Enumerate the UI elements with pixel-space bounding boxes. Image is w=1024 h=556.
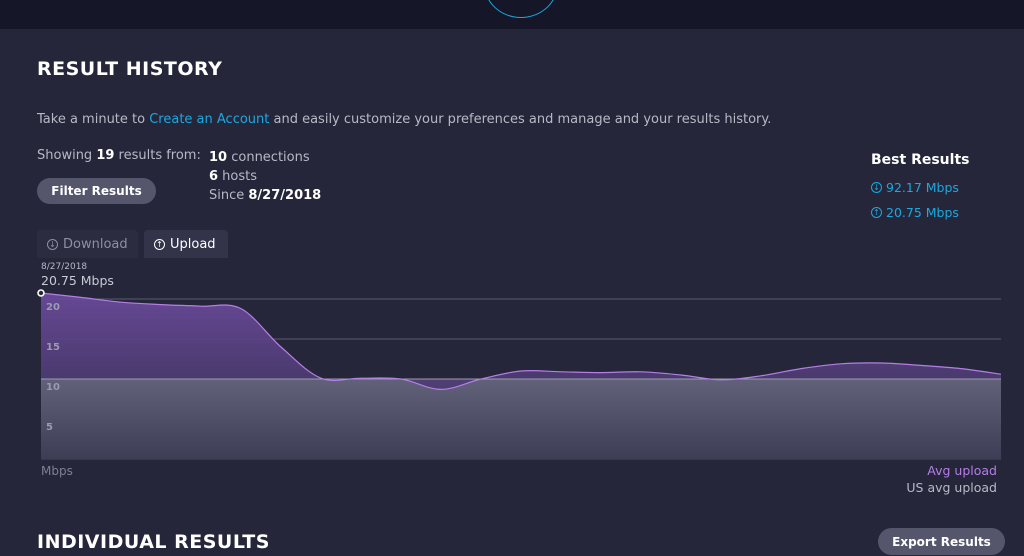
export-results-button[interactable]: Export Results — [878, 528, 1005, 555]
y-axis-unit: Mbps — [41, 464, 73, 478]
us-avg-area — [41, 379, 1001, 459]
avg-upload-area — [41, 293, 1001, 390]
legend-us-avg-upload: US avg upload — [906, 480, 997, 495]
y-tick-label: 15 — [46, 342, 60, 353]
y-tick-label: 5 — [46, 422, 53, 433]
upload-history-chart[interactable]: 5 10 15 20 — [0, 0, 1024, 556]
legend-avg-upload: Avg upload — [927, 463, 997, 478]
individual-results-title: INDIVIDUAL RESULTS — [37, 531, 270, 553]
hover-date: 8/27/2018 — [41, 262, 88, 272]
y-tick-label: 20 — [46, 302, 60, 313]
hover-point[interactable] — [37, 289, 45, 297]
y-tick-label: 10 — [46, 382, 60, 393]
hover-value: 20.75 Mbps — [41, 273, 114, 288]
